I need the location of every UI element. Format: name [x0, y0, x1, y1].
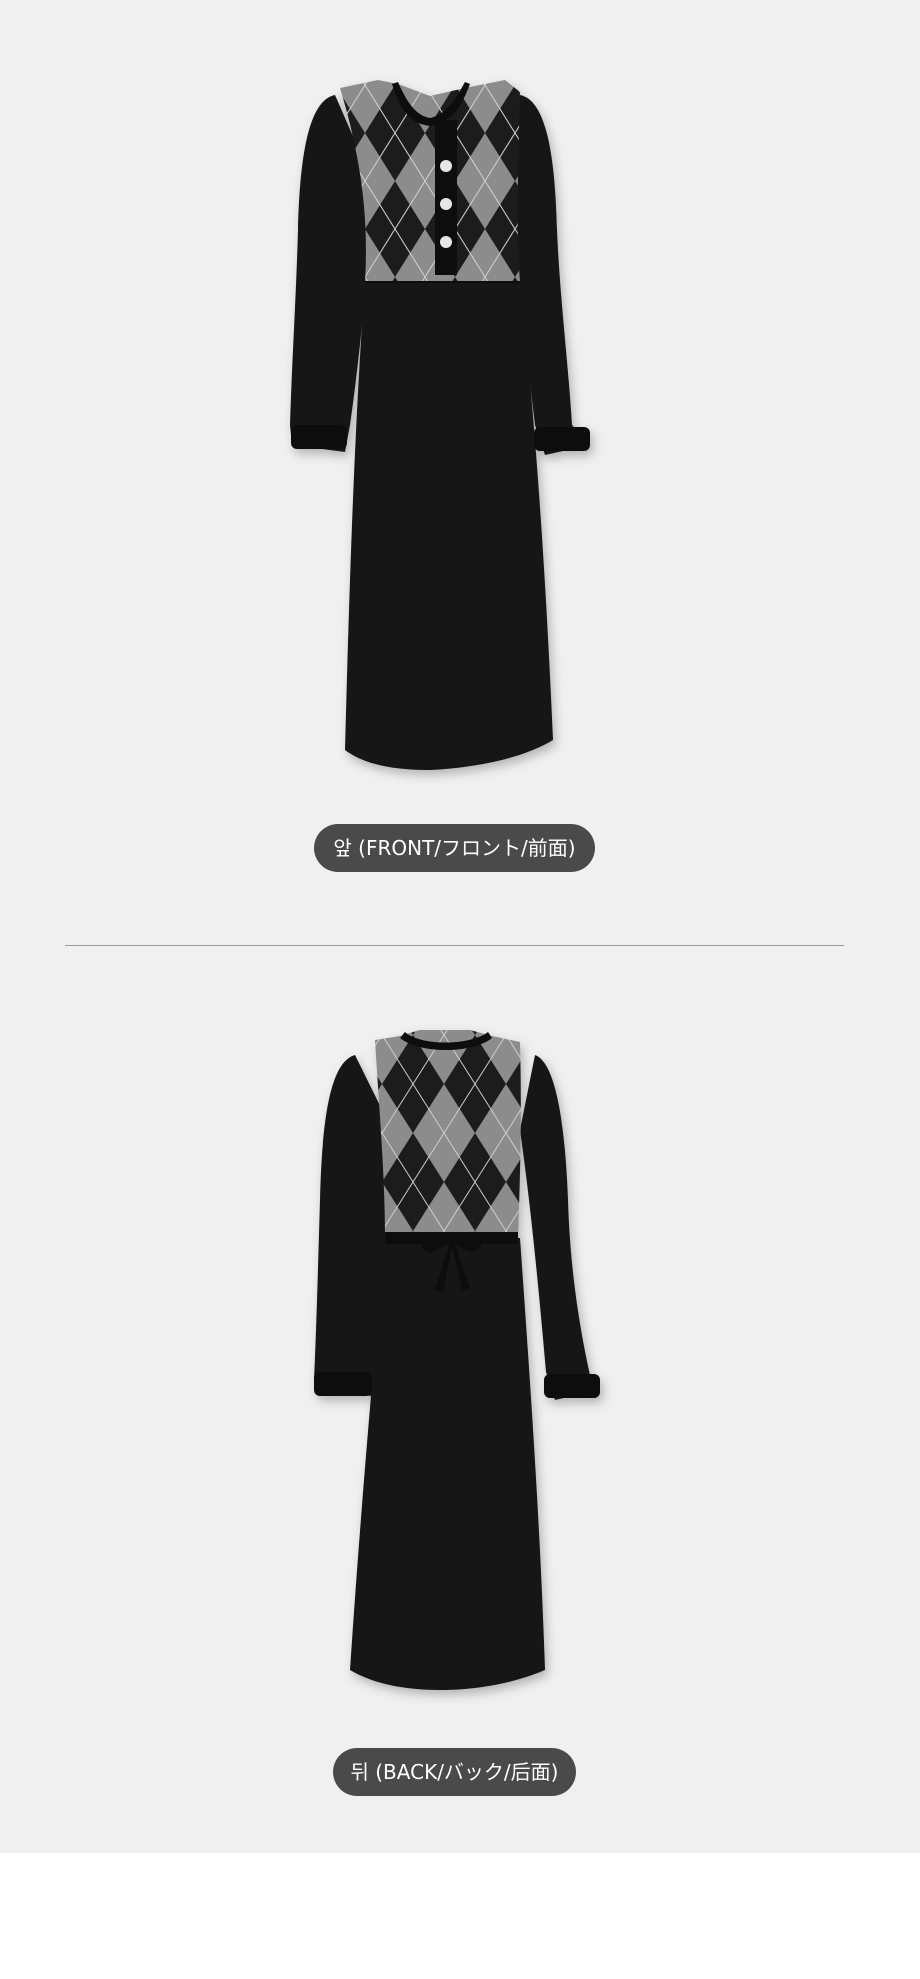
section-divider	[65, 945, 844, 946]
product-detail-panel: 앞 (FRONT/フロント/前面) 뒤 (BACK/バック/后面)	[0, 0, 920, 1853]
back-caption-badge: 뒤 (BACK/バック/后面)	[333, 1748, 576, 1796]
back-view-section: 뒤 (BACK/バック/后面)	[0, 980, 920, 1820]
dress-back-image	[314, 1030, 600, 1690]
front-view-section: 앞 (FRONT/フロント/前面)	[0, 0, 920, 880]
front-caption-badge: 앞 (FRONT/フロント/前面)	[314, 824, 595, 872]
dress-front-image	[290, 80, 590, 770]
